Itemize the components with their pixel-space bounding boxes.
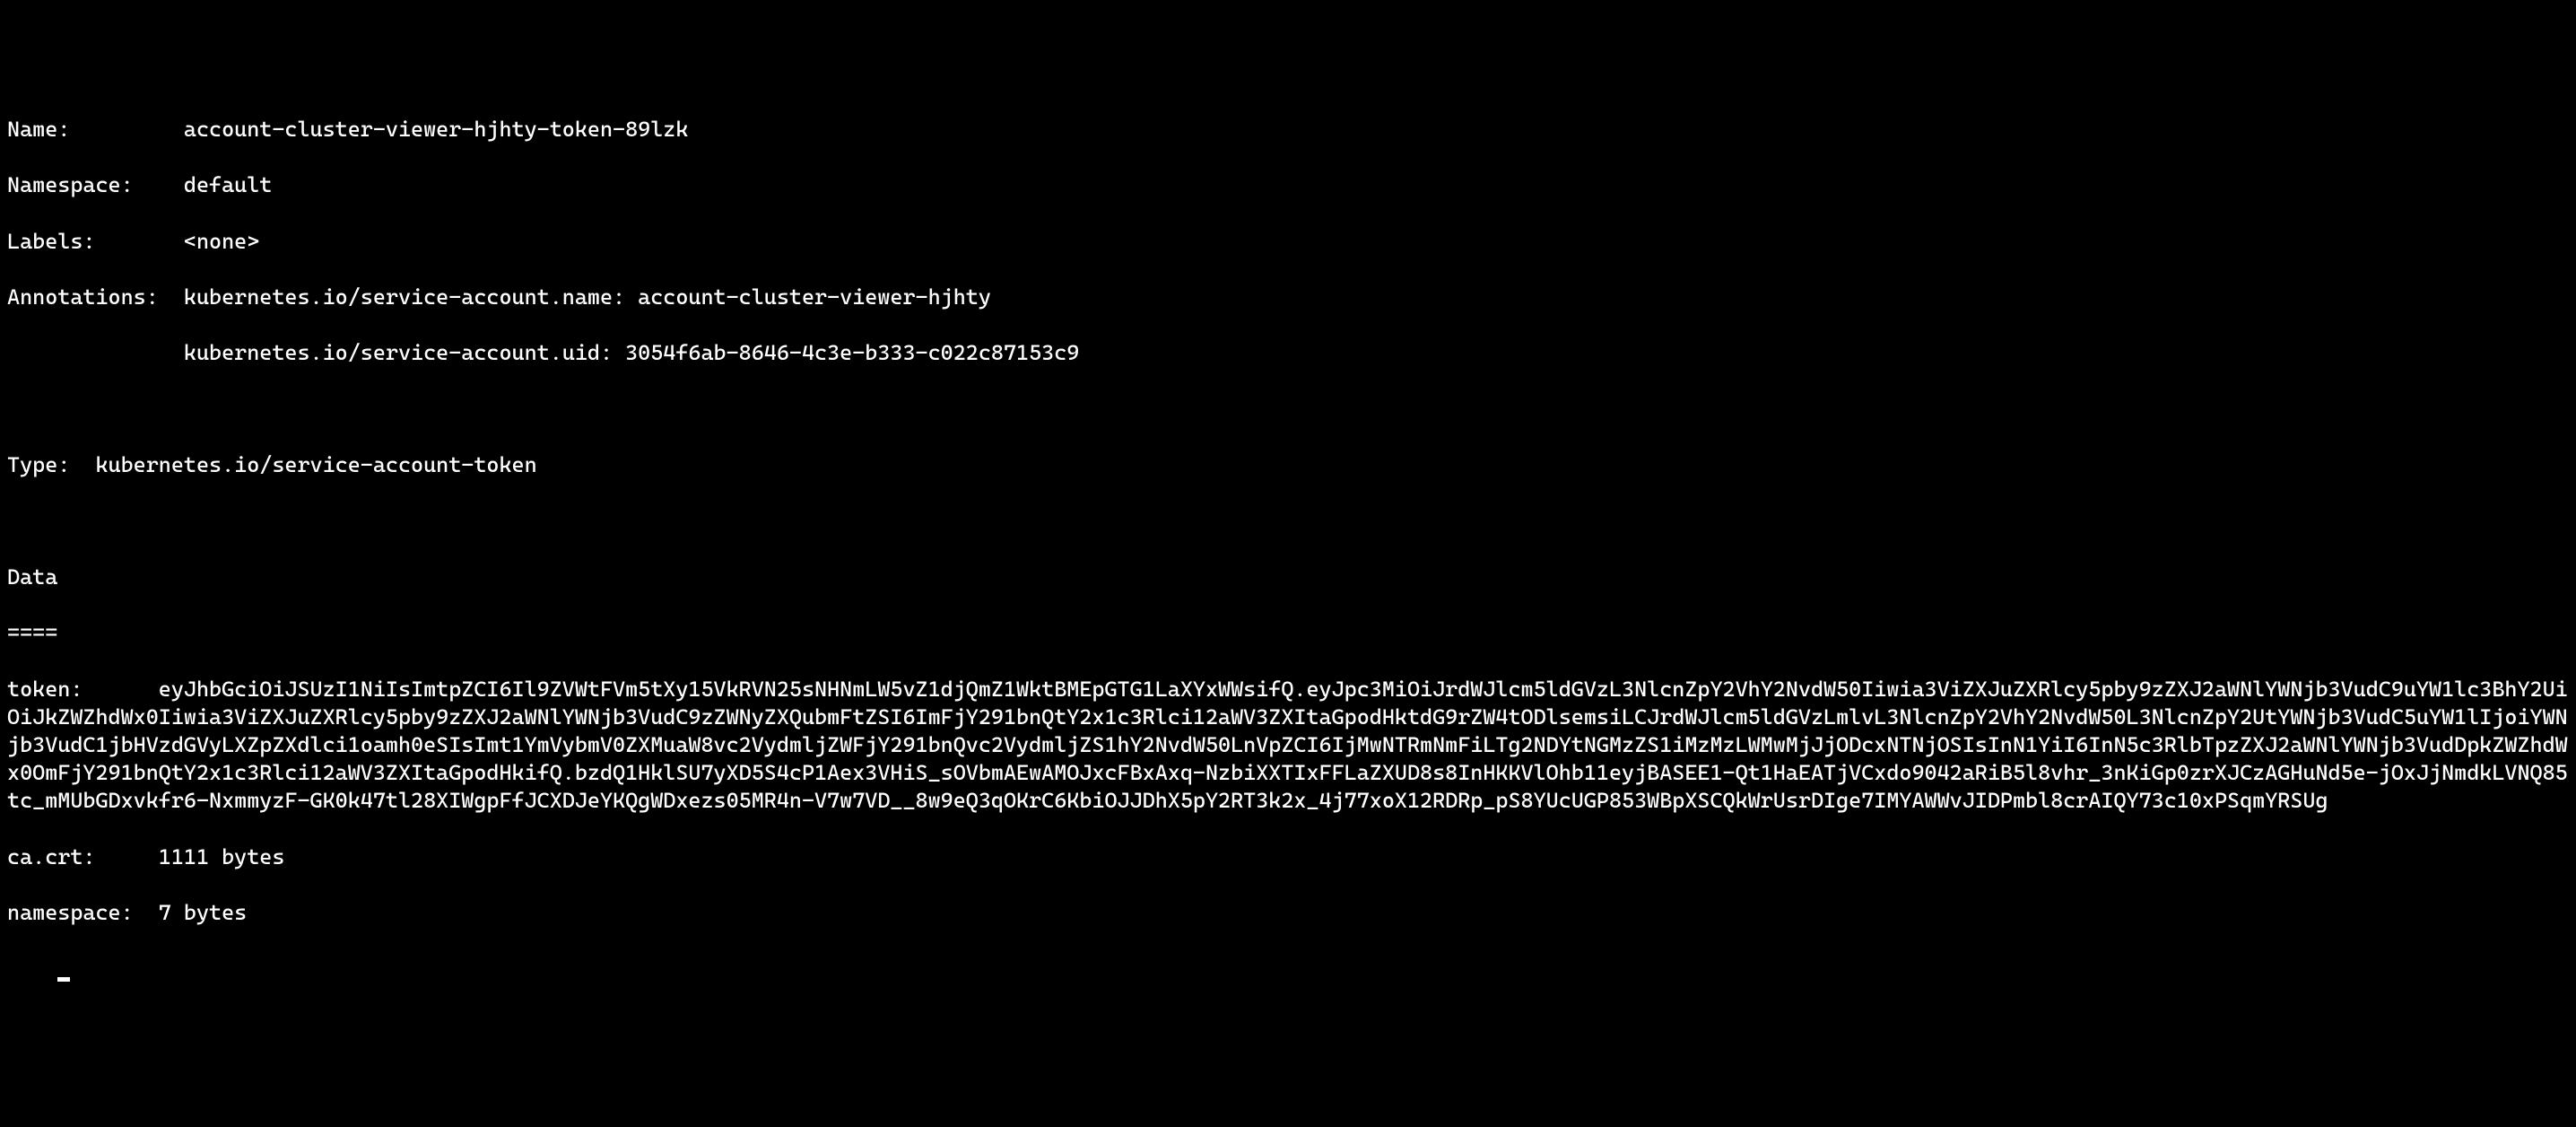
labels-label: Labels: (7, 229, 95, 254)
ns-value: 7 bytes (159, 900, 247, 925)
terminal-cursor[interactable] (57, 977, 70, 982)
data-header: Data (7, 564, 57, 590)
namespace-data-line: namespace: 7 bytes (7, 899, 2569, 927)
token-value: eyJhbGciOiJSUzI1NiIsImtpZCI6Il9ZVWtFVm5t… (7, 677, 2568, 814)
token-label: token: (7, 677, 83, 702)
name-line: Name: account-cluster-viewer-hjhty-token… (7, 116, 2569, 144)
annotations-line-1: Annotations: kubernetes.io/service-accou… (7, 284, 2569, 311)
ca-crt-value: 1111 bytes (159, 844, 285, 869)
ca-crt-line: ca.crt: 1111 bytes (7, 843, 2569, 871)
annotations-label: Annotations: (7, 284, 159, 310)
labels-value: <none> (184, 229, 259, 254)
blank-line-2 (7, 507, 2569, 535)
data-divider: ==== (7, 620, 57, 645)
namespace-line: Namespace: default (7, 171, 2569, 199)
type-line: Type: kubernetes.io/service-account-toke… (7, 451, 2569, 479)
annotations-line-2: kubernetes.io/service-account.uid: 3054f… (7, 339, 2569, 367)
ns-label: namespace: (7, 900, 134, 925)
namespace-label: Namespace: (7, 172, 134, 197)
annotations-value-1: kubernetes.io/service-account.name: acco… (184, 284, 991, 310)
data-header-line: Data (7, 564, 2569, 591)
labels-line: Labels: <none> (7, 228, 2569, 256)
namespace-value: default (184, 172, 272, 197)
name-label: Name: (7, 117, 70, 142)
type-value: kubernetes.io/service-account-token (95, 452, 536, 477)
blank-line-1 (7, 396, 2569, 424)
type-label: Type: (7, 452, 70, 477)
token-line: token: eyJhbGciOiJSUzI1NiIsImtpZCI6Il9ZV… (7, 676, 2569, 816)
annotations-value-2: kubernetes.io/service-account.uid: 3054f… (184, 340, 1079, 365)
cursor-line[interactable] (7, 955, 2569, 983)
ca-crt-label: ca.crt: (7, 844, 95, 869)
data-divider-line: ==== (7, 619, 2569, 647)
name-value: account-cluster-viewer-hjhty-token-89lzk (184, 117, 689, 142)
